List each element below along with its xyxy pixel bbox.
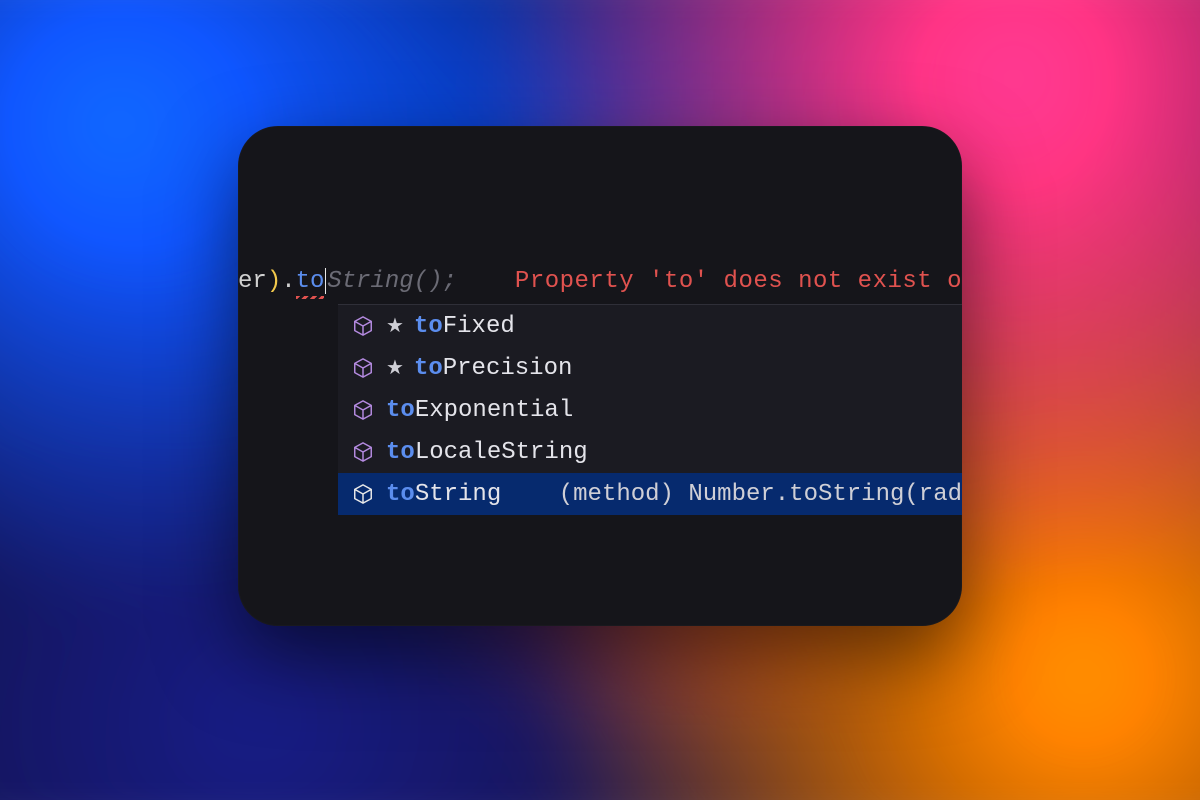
- code-close-paren: ): [267, 268, 281, 295]
- suggestion-item-toprecision[interactable]: ★ toPrecision: [338, 347, 962, 389]
- suggestion-item-tolocalestring[interactable]: toLocaleString: [338, 431, 962, 473]
- suggestion-match: to: [386, 481, 415, 508]
- code-dot: .: [281, 268, 295, 295]
- suggestion-match: to: [386, 439, 415, 466]
- text-cursor: [325, 268, 326, 294]
- suggestion-rest: String: [415, 481, 501, 508]
- method-cube-icon: [352, 315, 374, 337]
- suggestion-match: to: [386, 397, 415, 424]
- suggestion-item-tofixed[interactable]: ★ toFixed: [338, 305, 962, 347]
- suggestion-item-toexponential[interactable]: toExponential: [338, 389, 962, 431]
- editor-panel: er ) . to String(); Property 'to' does n…: [238, 126, 962, 626]
- code-typed-prefix: to: [296, 268, 325, 295]
- error-squiggle: [296, 296, 325, 299]
- suggestion-detail: (method) Number.toString(rad: [519, 481, 962, 508]
- inline-error-message: Property 'to' does not exist o: [515, 268, 962, 295]
- inline-ghost-suggestion[interactable]: String();: [327, 268, 457, 295]
- suggestion-rest: LocaleString: [415, 439, 588, 466]
- code-line[interactable]: er ) . to String(); Property 'to' does n…: [238, 261, 962, 301]
- code-typed-text: to: [296, 268, 325, 295]
- star-icon: ★: [386, 355, 404, 381]
- star-icon: ★: [386, 313, 404, 339]
- method-cube-icon: [352, 399, 374, 421]
- suggestion-rest: Exponential: [415, 397, 573, 424]
- suggestion-match: to: [414, 313, 443, 340]
- suggestion-item-tostring[interactable]: toString (method) Number.toString(rad: [338, 473, 962, 515]
- intellisense-suggest-widget[interactable]: ★ toFixed ★ toPrecision toExponential to…: [338, 304, 962, 515]
- suggestion-rest: Fixed: [443, 313, 515, 340]
- method-cube-icon: [352, 357, 374, 379]
- method-cube-icon: [352, 441, 374, 463]
- suggestion-match: to: [414, 355, 443, 382]
- code-fragment-identifier: er: [238, 268, 267, 295]
- method-cube-icon: [352, 483, 374, 505]
- suggestion-rest: Precision: [443, 355, 573, 382]
